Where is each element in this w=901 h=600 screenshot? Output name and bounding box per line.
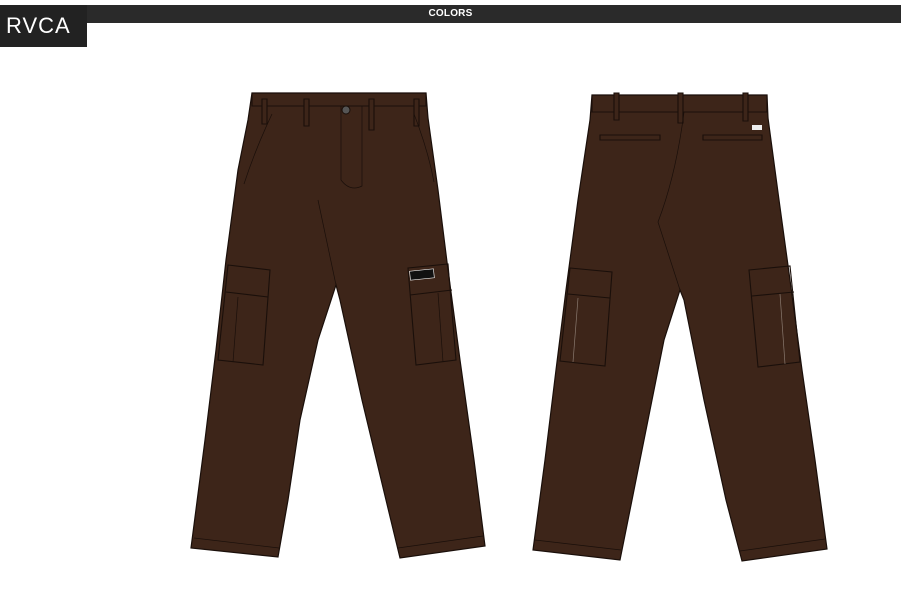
- front-belt-loop-side-right: [413, 98, 420, 127]
- pants-front-view: [190, 92, 486, 559]
- pants-back-view: [532, 92, 828, 562]
- back-pants-body: [532, 94, 828, 562]
- front-belt-loop-right: [368, 98, 375, 131]
- front-button: [341, 105, 351, 115]
- back-belt-loop-center: [677, 92, 684, 124]
- front-belt-loop-left: [303, 98, 310, 127]
- back-belt-loop-right: [742, 92, 749, 122]
- back-brand-tab: [752, 125, 762, 130]
- front-belt-loop-side-left: [261, 98, 268, 125]
- pants-technical-drawing: [190, 92, 828, 562]
- back-belt-loop-left: [613, 92, 620, 121]
- front-pants-body: [190, 92, 486, 559]
